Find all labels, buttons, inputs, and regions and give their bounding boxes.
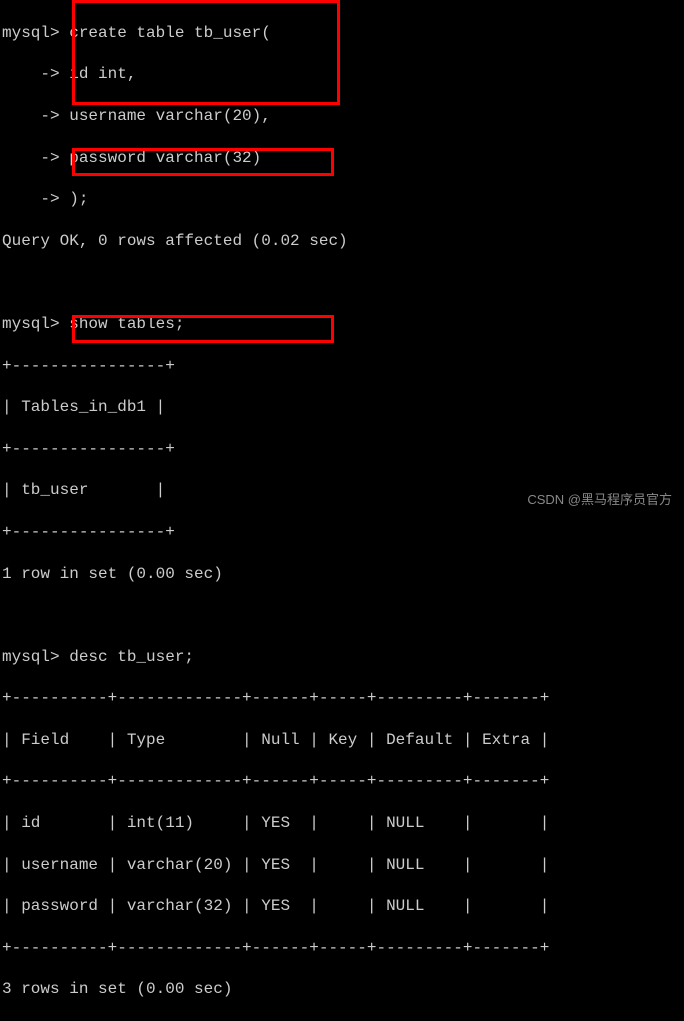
desc-row: | username | varchar(20) | YES | | NULL … (2, 855, 682, 876)
desc-row: | password | varchar(32) | YES | | NULL … (2, 896, 682, 917)
desc-border: +----------+-------------+------+-----+-… (2, 771, 682, 792)
table-border: +----------------+ (2, 439, 682, 460)
prompt-line[interactable]: mysql> show tables; (2, 314, 682, 335)
terminal-output: mysql> create table tb_user( -> id int, … (2, 2, 682, 1021)
continuation-line: -> id int, (2, 64, 682, 85)
continuation: -> (2, 107, 60, 125)
row-count: 3 rows in set (0.00 sec) (2, 979, 682, 1000)
table-border: +----------------+ (2, 522, 682, 543)
table-header: | Tables_in_db1 | (2, 397, 682, 418)
continuation-line: -> username varchar(20), (2, 106, 682, 127)
continuation-line: -> ); (2, 189, 682, 210)
blank-line (2, 272, 682, 293)
continuation: -> (2, 149, 60, 167)
prompt-line[interactable]: mysql> desc tb_user; (2, 647, 682, 668)
desc-row: | id | int(11) | YES | | NULL | | (2, 813, 682, 834)
prompt: mysql> (2, 315, 60, 333)
prompt-line[interactable]: mysql> create table tb_user( (2, 23, 682, 44)
cmd-create-2: id int, (60, 65, 137, 83)
row-count: 1 row in set (0.00 sec) (2, 564, 682, 585)
prompt: mysql> (2, 648, 60, 666)
desc-header: | Field | Type | Null | Key | Default | … (2, 730, 682, 751)
cmd-desc: desc tb_user; (60, 648, 194, 666)
continuation: -> (2, 65, 60, 83)
blank-line (2, 605, 682, 626)
cmd-create-3: username varchar(20), (60, 107, 271, 125)
cmd-create-4: password varchar(32) (60, 149, 262, 167)
continuation: -> (2, 190, 60, 208)
prompt: mysql> (2, 24, 60, 42)
cmd-create-1: create table tb_user( (60, 24, 271, 42)
desc-border: +----------+-------------+------+-----+-… (2, 688, 682, 709)
cmd-create-5: ); (60, 190, 89, 208)
watermark: CSDN @黑马程序员官方 (527, 492, 672, 509)
table-border: +----------------+ (2, 356, 682, 377)
desc-border: +----------+-------------+------+-----+-… (2, 938, 682, 959)
cmd-show-tables: show tables; (60, 315, 185, 333)
continuation-line: -> password varchar(32) (2, 148, 682, 169)
query-ok-output: Query OK, 0 rows affected (0.02 sec) (2, 231, 682, 252)
